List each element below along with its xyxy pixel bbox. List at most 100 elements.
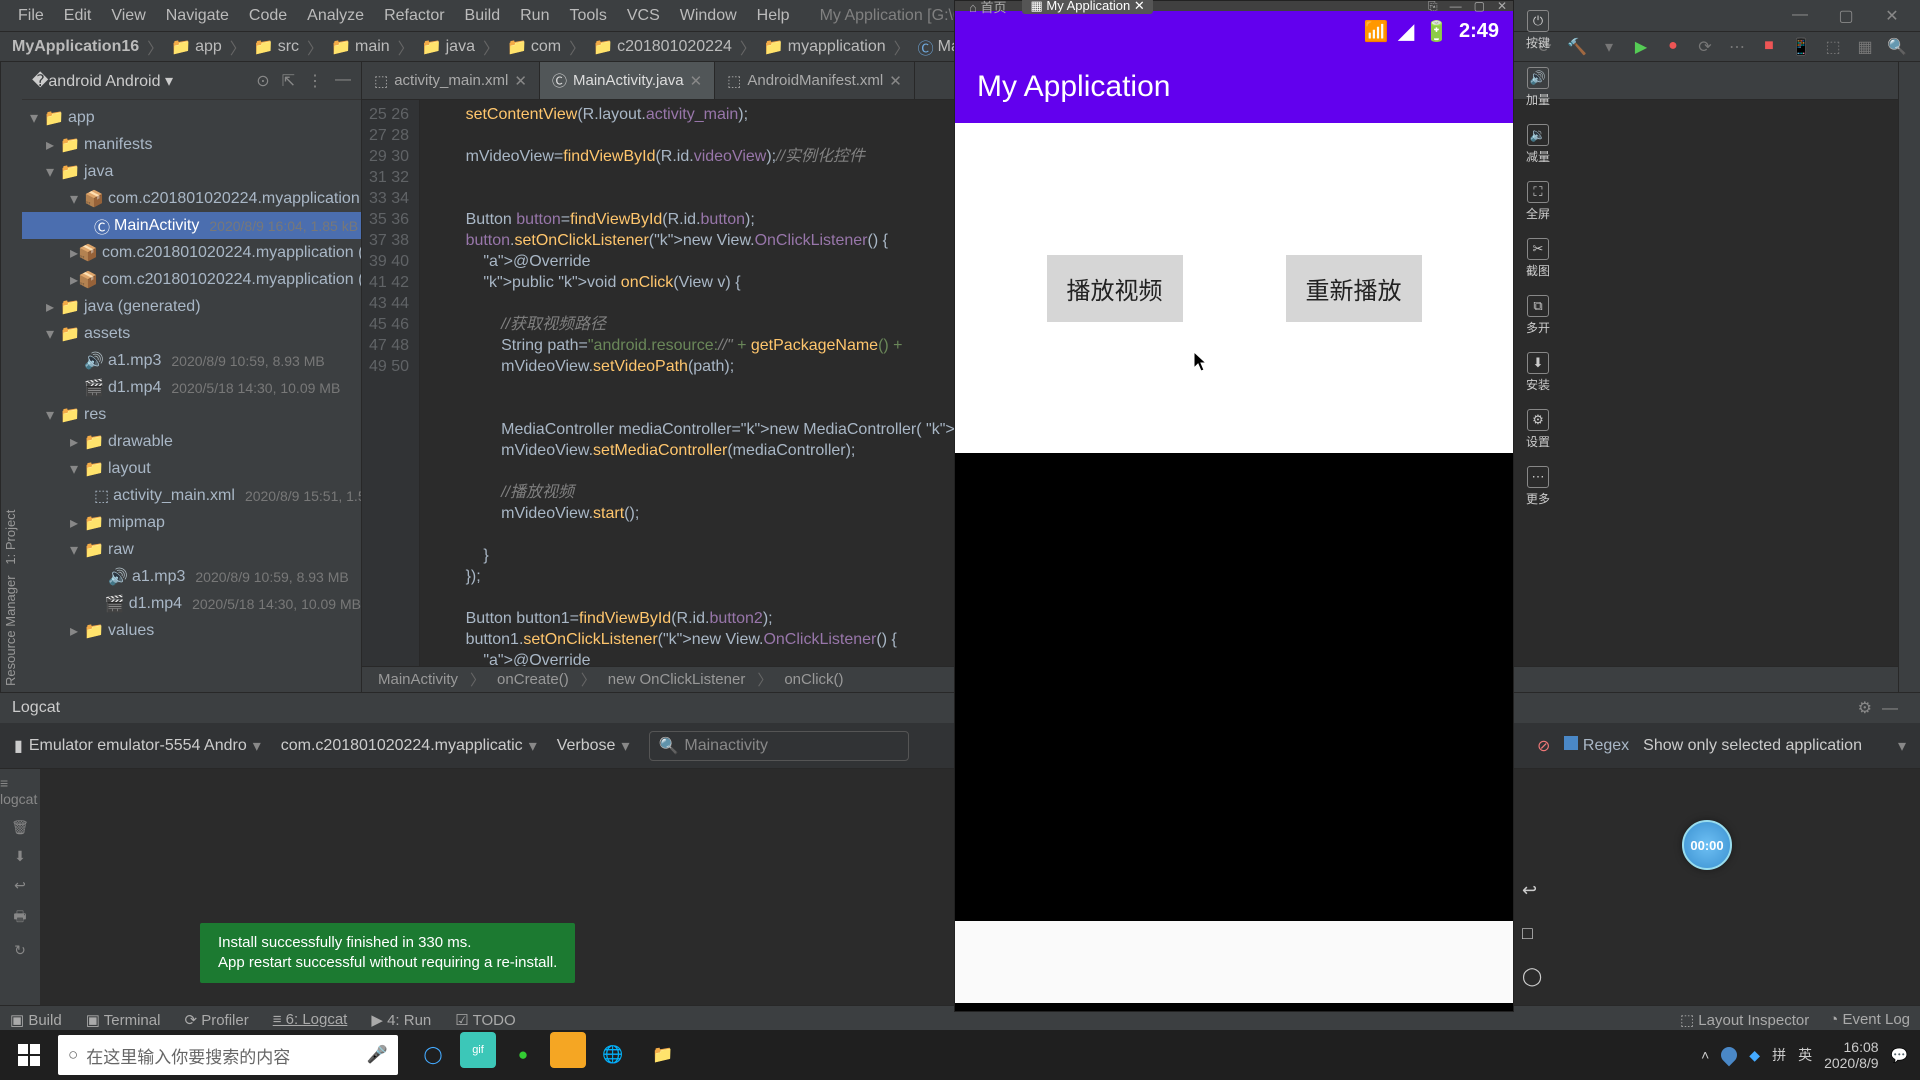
- tw-logcat[interactable]: ≡ 6: Logcat: [273, 1011, 348, 1028]
- breadcrumb-app2[interactable]: 📁myapplication: [764, 37, 886, 57]
- mic-icon[interactable]: 🎤: [367, 1045, 388, 1065]
- app-filter[interactable]: Show only selected application▾: [1643, 736, 1906, 756]
- breadcrumb-src[interactable]: 📁src: [254, 37, 299, 57]
- nav-recent-icon[interactable]: □: [1522, 923, 1542, 944]
- run-config-icon[interactable]: ▾: [1598, 37, 1620, 57]
- tree-row[interactable]: ▸📁mipmap: [22, 509, 361, 536]
- scroll-icon[interactable]: ⬇: [14, 848, 26, 865]
- crumb-listener[interactable]: new OnClickListener: [608, 671, 746, 688]
- replay-button[interactable]: 重新播放: [1286, 255, 1422, 322]
- stop-icon[interactable]: ■: [1758, 37, 1780, 57]
- trash-icon[interactable]: 🗑: [11, 819, 29, 836]
- tray-ime2[interactable]: 英: [1798, 1045, 1812, 1065]
- emu-ctrl-设置[interactable]: ⚙设置: [1526, 409, 1550, 450]
- settings-icon[interactable]: ⋮: [307, 71, 323, 91]
- maximize-button[interactable]: ▢: [1826, 6, 1866, 26]
- sdk-icon[interactable]: ⬚: [1822, 37, 1844, 57]
- logcat-min-icon[interactable]: —: [1882, 700, 1908, 717]
- menu-view[interactable]: View: [101, 7, 155, 25]
- tw-profiler[interactable]: ⟳ Profiler: [184, 1011, 248, 1029]
- emu-ctrl-减量[interactable]: 🔉减量: [1526, 124, 1550, 165]
- emu-ctrl-加量[interactable]: 🔊加量: [1526, 67, 1550, 108]
- tree-row[interactable]: ⒸMainActivity2020/8/9 16:04, 1.85 kB Mom…: [22, 212, 361, 239]
- project-tree[interactable]: ▾📁app▸📁manifests▾📁java▾📦com.c20180102022…: [22, 100, 361, 692]
- tree-row[interactable]: ▾📁app: [22, 104, 361, 131]
- left-tool-strip[interactable]: Resource Manager 1: Project: [0, 62, 22, 692]
- tray-ime1[interactable]: 拼: [1772, 1045, 1786, 1065]
- task-gif[interactable]: gif: [460, 1032, 496, 1068]
- tree-row[interactable]: ▸📁drawable: [22, 428, 361, 455]
- tray-droplet-icon[interactable]: [1718, 1044, 1741, 1067]
- menu-run[interactable]: Run: [510, 7, 559, 25]
- tree-row[interactable]: 🎬d1.mp42020/5/18 14:30, 10.09 MB: [22, 590, 361, 617]
- menu-refactor[interactable]: Refactor: [374, 7, 454, 25]
- hide-icon[interactable]: —: [335, 71, 351, 91]
- logcat-search[interactable]: 🔍Mainactivity: [649, 731, 909, 761]
- tray-notifications[interactable]: 💬: [1891, 1047, 1908, 1064]
- task-chrome[interactable]: 🌐: [590, 1032, 636, 1078]
- search-icon[interactable]: 🔍: [1886, 37, 1908, 57]
- right-tool-strip[interactable]: [1898, 62, 1920, 692]
- emu-ctrl-更多[interactable]: ⋯更多: [1526, 466, 1550, 507]
- breadcrumb-com[interactable]: 📁com: [507, 37, 561, 57]
- start-button[interactable]: [4, 1030, 54, 1080]
- tray-security-icon[interactable]: ◆: [1749, 1047, 1760, 1064]
- menu-file[interactable]: File: [8, 7, 54, 25]
- debug-icon[interactable]: ●: [1662, 37, 1684, 57]
- video-view[interactable]: [955, 453, 1513, 921]
- nav-home-icon[interactable]: ◯: [1522, 966, 1542, 987]
- tw-terminal[interactable]: ▣ Terminal: [86, 1011, 161, 1029]
- tree-row[interactable]: 🔊a1.mp32020/8/9 10:59, 8.93 MB: [22, 347, 361, 374]
- breadcrumb-pkg[interactable]: 📁c201801020224: [593, 37, 732, 57]
- crumb-onclick[interactable]: onClick(): [784, 671, 843, 688]
- menu-edit[interactable]: Edit: [54, 7, 102, 25]
- emu-close-icon[interactable]: ✕: [1497, 0, 1507, 14]
- process-selector[interactable]: com.c201801020224.myapplicatic▾: [281, 736, 537, 756]
- tree-row[interactable]: ▾📁java: [22, 158, 361, 185]
- tree-row[interactable]: ⬚activity_main.xml2020/8/9 15:51, 1.58 k…: [22, 482, 361, 509]
- emu-ctrl-安装[interactable]: ⬇安装: [1526, 352, 1550, 393]
- level-selector[interactable]: Verbose▾: [557, 736, 630, 756]
- logcat-tabs-icon[interactable]: ≡ logcat: [0, 775, 40, 807]
- emu-ctrl-全屏[interactable]: ⛶全屏: [1526, 181, 1550, 222]
- profile-icon[interactable]: ⟳: [1694, 37, 1716, 57]
- print-icon[interactable]: 🖶: [13, 906, 26, 930]
- tree-row[interactable]: ▾📁raw: [22, 536, 361, 563]
- tree-row[interactable]: 🎬d1.mp42020/5/18 14:30, 10.09 MB: [22, 374, 361, 401]
- task-explorer[interactable]: 📁: [640, 1032, 686, 1078]
- task-edge[interactable]: ◯: [410, 1032, 456, 1078]
- tree-row[interactable]: ▾📁layout: [22, 455, 361, 482]
- menu-vcs[interactable]: VCS: [617, 7, 670, 25]
- emu-min-icon[interactable]: —: [1450, 0, 1462, 14]
- breadcrumb-java[interactable]: 📁java: [422, 37, 475, 57]
- nav-back-icon[interactable]: ↩: [1522, 880, 1542, 901]
- menu-tools[interactable]: Tools: [559, 7, 616, 25]
- menu-window[interactable]: Window: [670, 7, 747, 25]
- editor-tab[interactable]: ⬚AndroidManifest.xml✕: [715, 62, 915, 99]
- menu-code[interactable]: Code: [239, 7, 297, 25]
- device-selector[interactable]: ▮Emulator emulator-5554 Andro▾: [14, 736, 261, 756]
- code-body[interactable]: setContentView(R.layout.activity_main); …: [420, 100, 1016, 666]
- make-icon[interactable]: 🔨: [1566, 37, 1588, 57]
- regex-checkbox[interactable]: [1564, 736, 1578, 750]
- tree-row[interactable]: ▸📁java (generated): [22, 293, 361, 320]
- collapse-icon[interactable]: ⇱: [282, 71, 295, 91]
- close-button[interactable]: ✕: [1872, 6, 1912, 26]
- tw-run[interactable]: ▶ 4: Run: [371, 1011, 431, 1029]
- tree-row[interactable]: ▾📁assets: [22, 320, 361, 347]
- emu-max-icon[interactable]: ▢: [1474, 0, 1485, 14]
- restart-icon[interactable]: ↻: [14, 942, 26, 959]
- record-bubble[interactable]: 00:00: [1682, 820, 1732, 870]
- tree-row[interactable]: ▸📁values: [22, 617, 361, 644]
- grid-icon[interactable]: ▦: [1854, 37, 1876, 57]
- tw-event-log[interactable]: ◔ Event Log: [1829, 1011, 1910, 1029]
- emu-bookmark-icon[interactable]: ⎘: [1428, 0, 1438, 14]
- crumb-method[interactable]: onCreate(): [497, 671, 569, 688]
- emu-ctrl-截图[interactable]: ✂截图: [1526, 238, 1550, 279]
- tree-row[interactable]: ▾📦com.c201801020224.myapplication: [22, 185, 361, 212]
- editor-tab[interactable]: ⬚activity_main.xml✕: [362, 62, 540, 99]
- editor-tab[interactable]: ⒸMainActivity.java✕: [540, 62, 715, 99]
- tree-row[interactable]: ▸📁manifests: [22, 131, 361, 158]
- tw-todo[interactable]: ☑ TODO: [455, 1011, 515, 1029]
- emu-ctrl-按键[interactable]: ⏻按键: [1526, 10, 1550, 51]
